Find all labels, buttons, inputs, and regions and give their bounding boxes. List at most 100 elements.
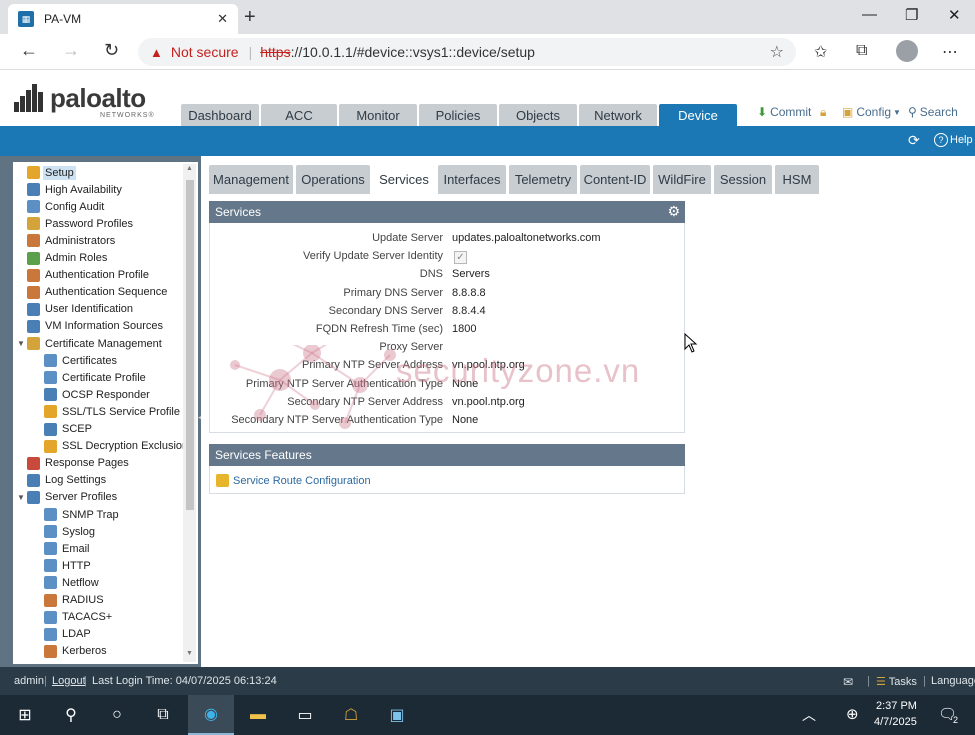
sidebar-item-kerberos[interactable]: Kerberos [44,643,109,660]
new-tab-button[interactable]: + [244,6,256,29]
help-button[interactable]: ? Help [934,133,973,147]
sidebar-item-scep[interactable]: SCEP [44,421,94,438]
sidebar-item-high-availability[interactable]: High Availability [17,181,124,198]
sidebar-item-certificate-profile[interactable]: Certificate Profile [44,369,148,386]
sidebar-item-tacacs[interactable]: TACACS+ [44,609,114,626]
tab-monitor[interactable]: Monitor [339,104,417,126]
tab-dashboard[interactable]: Dashboard [181,104,259,126]
status-bar: admin | Logout | Last Login Time: 04/07/… [0,667,975,695]
sidebar-item-response-pages[interactable]: Response Pages [17,455,131,472]
gear-icon[interactable]: ⚙ [667,203,680,220]
search-link[interactable]: ⚲ Search [908,105,958,119]
browser-tab[interactable]: ▦ PA-VM ✕ [8,4,238,34]
config-menu[interactable]: ▣ Config ▼ [842,105,901,119]
sidebar-item-server-profiles[interactable]: ▼ Server Profiles [17,489,119,506]
window-close-icon[interactable]: ✕ [948,6,961,24]
taskbar-search-icon[interactable]: ⚲ [48,695,94,735]
file-explorer-icon[interactable]: ▬ [235,695,281,735]
sidebar-item-radius[interactable]: RADIUS [44,592,106,609]
tab-device[interactable]: Device [659,104,737,126]
subtab-wildfire[interactable]: WildFire [653,165,711,194]
auth-profile-icon [27,268,40,282]
minimize-icon[interactable]: — [862,6,877,23]
sidebar-item-user-identification[interactable]: User Identification [17,301,135,318]
sidebar-item-log-settings[interactable]: Log Settings [17,472,108,489]
sidebar-item-label: HTTP [62,559,91,572]
globe-icon[interactable]: ⊕ [846,705,859,723]
logo-text: paloalto [50,83,146,113]
sidebar-item-netflow[interactable]: Netflow [44,574,101,591]
sidebar-item-admin-roles[interactable]: Admin Roles [17,250,109,267]
sidebar-item-administrators[interactable]: Administrators [17,232,117,249]
sidebar-item-ldap[interactable]: LDAP [44,626,93,643]
subtab-telemetry[interactable]: Telemetry [509,165,577,194]
sidebar-item-certificate-management[interactable]: ▼ Certificate Management [17,335,164,352]
refresh-icon[interactable]: ⟳ [908,132,920,149]
sidebar-item-syslog[interactable]: Syslog [44,523,97,540]
sidebar-item-http[interactable]: HTTP [44,557,93,574]
back-arrow-icon[interactable]: ← [20,40,38,61]
task-view-icon[interactable]: ⧉ [140,695,186,735]
sidebar-scroll-thumb[interactable] [186,180,194,510]
sidebar-item-config-audit[interactable]: Config Audit [17,198,106,215]
subtab-management[interactable]: Management [209,165,293,194]
subtab-services[interactable]: Services [373,165,435,194]
sidebar-item-label: VM Information Sources [45,320,163,333]
windows-start-icon[interactable]: ⊞ [2,695,48,735]
sidebar-item-authentication-sequence[interactable]: Authentication Sequence [17,284,169,301]
network-app-icon[interactable]: ☖ [328,695,374,735]
restore-icon[interactable]: ❐ [905,6,918,24]
sidebar-item-ssl-tls-service-profile[interactable]: SSL/TLS Service Profile [44,403,182,420]
logout-link[interactable]: Logout [52,675,86,687]
tab-objects[interactable]: Objects [499,104,577,126]
subtab-hsm[interactable]: HSM [775,165,819,194]
sidebar-item-password-profiles[interactable]: Password Profiles [17,215,135,232]
cortana-icon[interactable]: ○ [94,695,140,735]
reload-icon[interactable]: ↻ [104,40,119,61]
roles-icon [27,251,40,265]
profile-avatar-icon[interactable] [896,40,918,62]
tab-network[interactable]: Network [579,104,657,126]
service-route-configuration-link[interactable]: Service Route Configuration [216,474,371,487]
tray-chevron-up-icon[interactable]: ︿ [802,705,816,725]
scroll-up-icon[interactable]: ▲ [186,165,193,172]
subtab-interfaces[interactable]: Interfaces [438,165,506,194]
expand-caret-icon[interactable]: ▼ [17,339,27,348]
sidebar-item-certificates[interactable]: Certificates [44,352,119,369]
favorites-icon[interactable]: ✩ [814,42,827,62]
lock-icon[interactable]: 🔒︎ [820,105,826,120]
sidebar-item-ssl-decryption-exclusion[interactable]: SSL Decryption Exclusion [44,438,190,455]
remote-desktop-icon[interactable]: ▣ [374,695,420,735]
address-bar[interactable]: ▲ Not secure | https ://10.0.1.1/#device… [138,38,796,66]
commit-link[interactable]: ⬇ Commit [757,105,811,119]
clock-date[interactable]: 4/7/2025 [874,716,917,728]
subtab-operations[interactable]: Operations [296,165,370,194]
sidebar-item-setup[interactable]: Setup [17,164,76,181]
language-button[interactable]: Language [931,675,975,687]
mouse-cursor-icon [684,333,698,353]
edge-browser-icon[interactable]: ◉ [188,695,234,735]
collections-icon[interactable]: ⧉ [856,42,867,60]
sidebar-item-vm-information-sources[interactable]: VM Information Sources [17,318,165,335]
more-menu-icon[interactable]: ⋯ [942,42,958,62]
not-secure-label[interactable]: Not secure [171,44,239,60]
status-sep: | [44,675,47,687]
sidebar-item-snmp-trap[interactable]: SNMP Trap [44,506,121,523]
terminal-icon[interactable]: ▭ [282,695,328,735]
tab-policies[interactable]: Policies [419,104,497,126]
subtab-session[interactable]: Session [714,165,772,194]
scroll-down-icon[interactable]: ▼ [186,650,193,657]
tasks-button[interactable]: ☰ Tasks [876,675,917,688]
sidebar-item-authentication-profile[interactable]: Authentication Profile [17,267,151,284]
verify-update-server-checkbox: ✓ [454,251,467,265]
forward-arrow-icon[interactable]: → [62,40,80,61]
sidebar-item-ocsp-responder[interactable]: OCSP Responder [44,386,152,403]
subtab-content-id[interactable]: Content-ID [580,165,650,194]
sidebar-item-email[interactable]: Email [44,540,92,557]
mail-icon[interactable]: ✉ [843,675,853,689]
tab-acc[interactable]: ACC [261,104,337,126]
favorite-star-icon[interactable]: ☆ [770,42,784,62]
expand-caret-icon[interactable]: ▼ [17,493,27,502]
tab-close-button[interactable]: ✕ [217,11,228,27]
clock-time[interactable]: 2:37 PM [876,700,917,712]
